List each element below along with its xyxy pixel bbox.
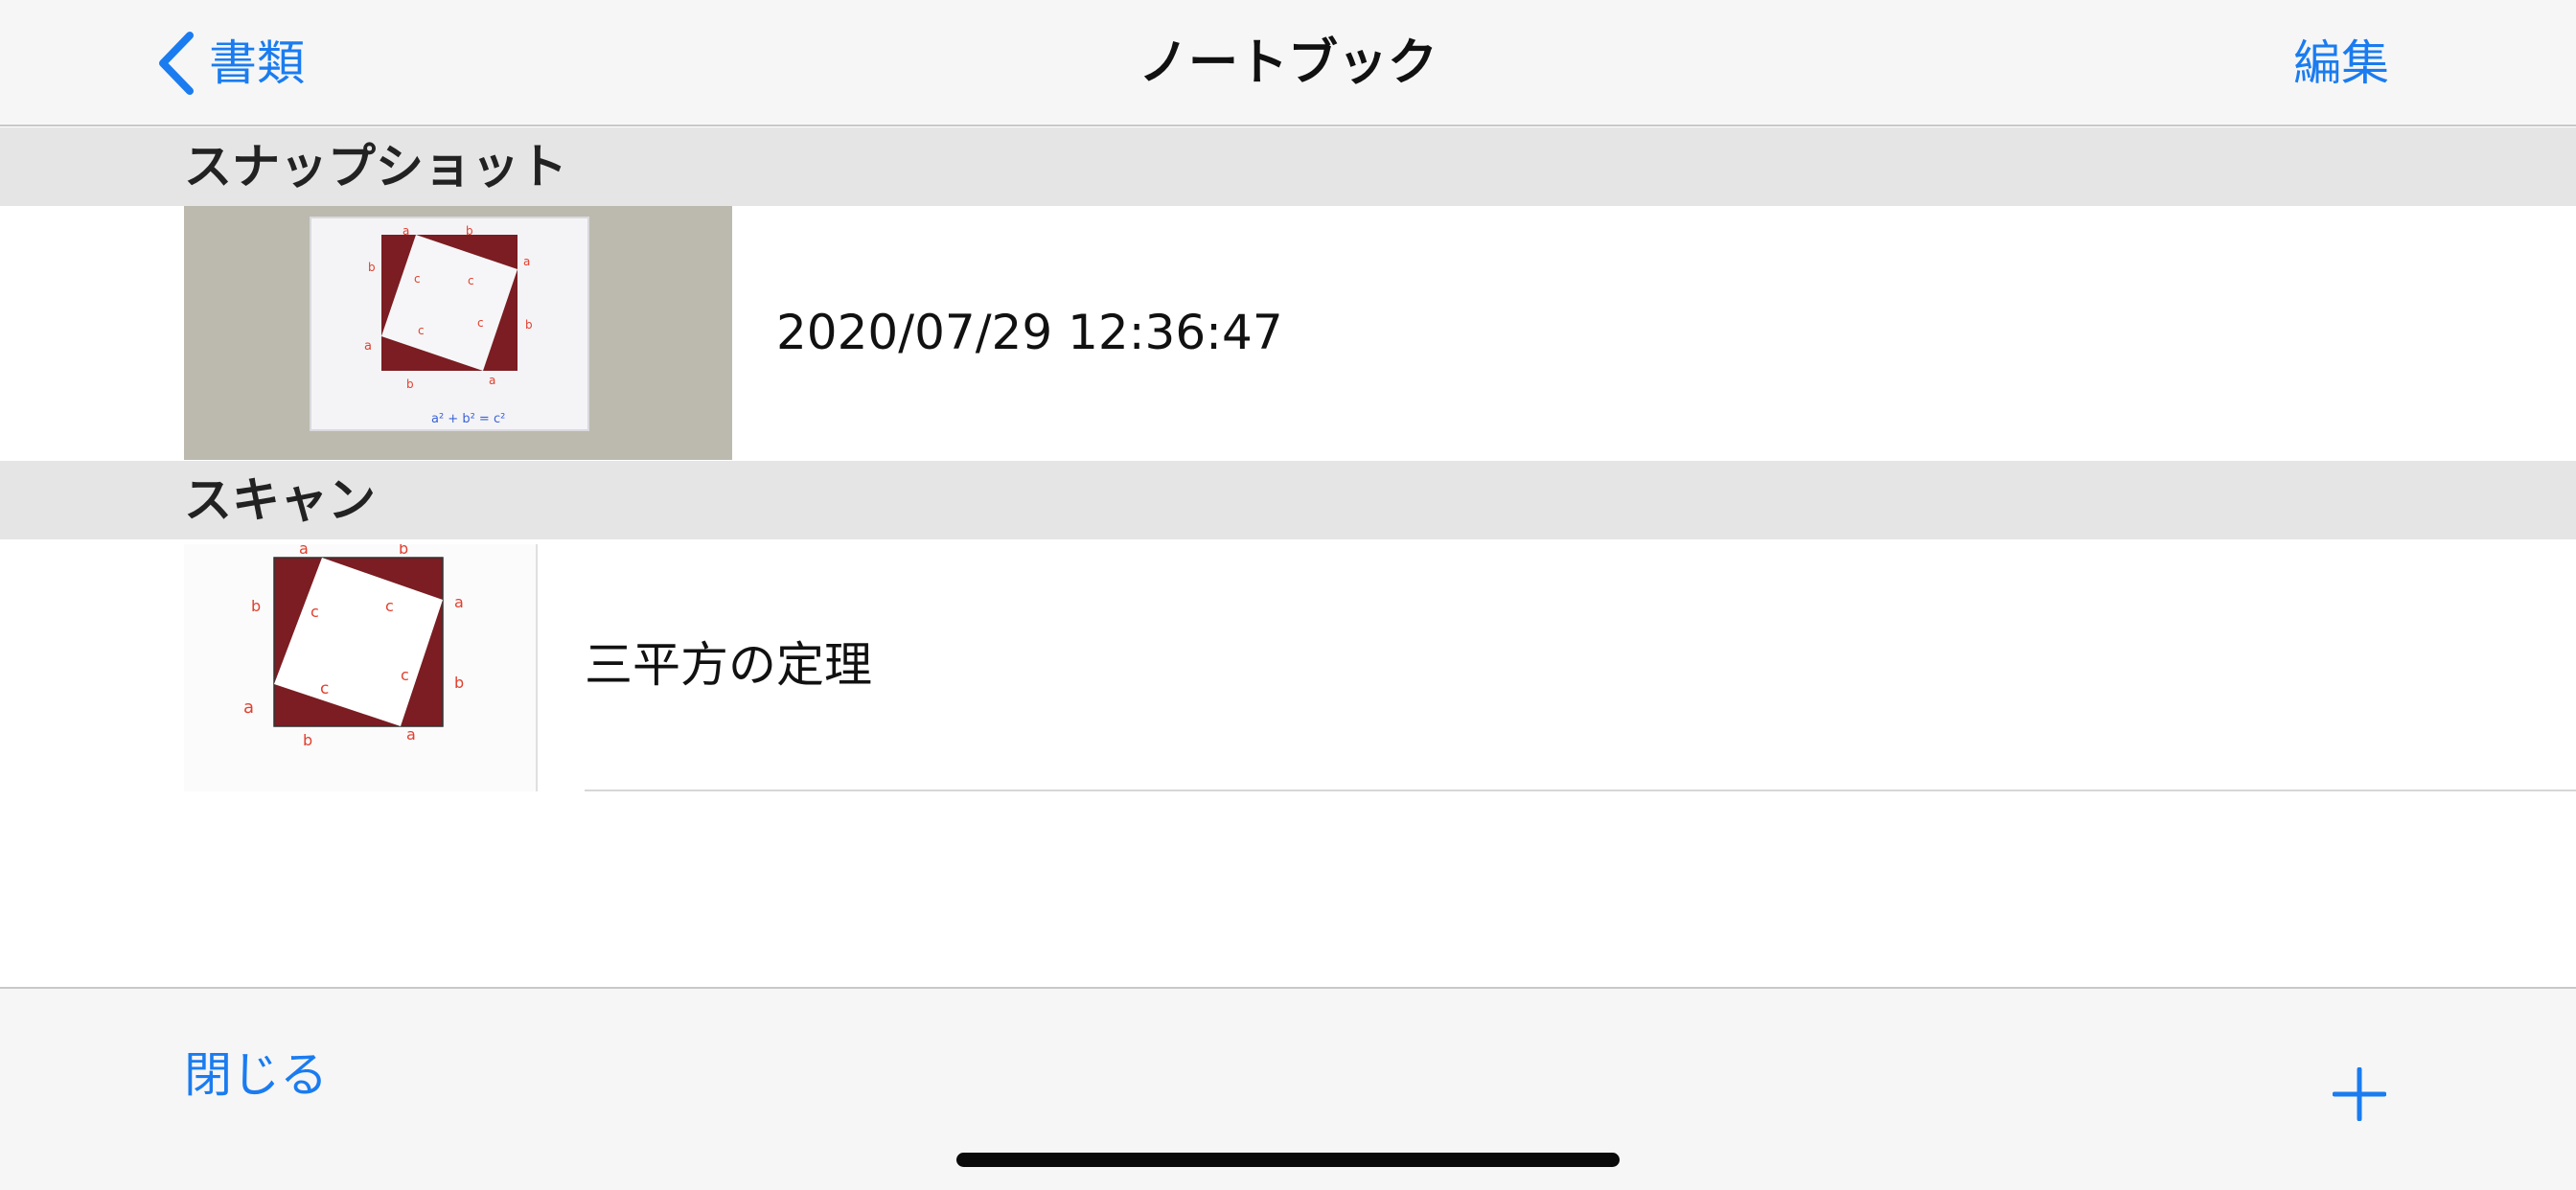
svg-text:b: b: [303, 731, 312, 749]
svg-text:b: b: [368, 261, 376, 274]
svg-text:c: c: [310, 603, 319, 621]
svg-text:c: c: [401, 666, 409, 684]
svg-text:c: c: [468, 274, 474, 287]
row-separator: [585, 790, 2576, 791]
svg-text:b: b: [466, 224, 473, 238]
section-header-scan: スキャン: [0, 461, 2576, 539]
section-header-label: スキャン: [184, 472, 376, 528]
svg-text:a: a: [402, 224, 409, 238]
section-header-label: スナップショット: [184, 139, 567, 195]
list-item-scan[interactable]: a b b a a b b a c c c c 三平方の定理: [0, 539, 2576, 791]
add-button[interactable]: [2333, 1067, 2386, 1121]
svg-text:c: c: [477, 316, 484, 330]
svg-text:b: b: [454, 674, 464, 692]
page-title: ノートブック: [1138, 34, 1438, 92]
notebook-screen: 書類 ノートブック 編集 スナップショット a b b a a b b a c …: [0, 0, 2576, 1190]
svg-text:a: a: [406, 725, 416, 744]
close-button[interactable]: 閉じる: [184, 1037, 328, 1113]
scan-thumbnail: a b b a a b b a c c c c: [184, 544, 539, 791]
svg-text:c: c: [320, 679, 329, 698]
navigation-bar: 書類 ノートブック 編集: [0, 0, 2576, 126]
section-header-snapshot: スナップショット: [0, 127, 2576, 206]
scan-title: 三平方の定理: [585, 637, 872, 693]
svg-text:b: b: [406, 378, 414, 391]
snapshot-thumbnail: a b b a a b b a c c c c a² + b² = c²: [184, 206, 732, 460]
edit-button[interactable]: 編集: [2293, 27, 2389, 100]
svg-text:a: a: [489, 374, 495, 387]
svg-text:c: c: [414, 272, 421, 286]
svg-text:c: c: [385, 597, 394, 615]
svg-text:b: b: [399, 544, 408, 558]
svg-text:a: a: [454, 593, 464, 611]
svg-text:a: a: [523, 255, 530, 268]
svg-text:a: a: [364, 339, 372, 354]
snapshot-timestamp: 2020/07/29 12:36:47: [776, 305, 1283, 360]
svg-text:a: a: [299, 544, 309, 558]
svg-text:b: b: [251, 597, 261, 615]
list-item-snapshot[interactable]: a b b a a b b a c c c c a² + b² = c² 202…: [0, 206, 2576, 460]
plus-icon: [2333, 1067, 2386, 1121]
equation-caption: a² + b² = c²: [431, 412, 505, 426]
home-indicator[interactable]: [956, 1153, 1620, 1167]
svg-text:b: b: [525, 318, 533, 332]
svg-text:a: a: [243, 698, 254, 718]
svg-text:c: c: [418, 324, 425, 337]
